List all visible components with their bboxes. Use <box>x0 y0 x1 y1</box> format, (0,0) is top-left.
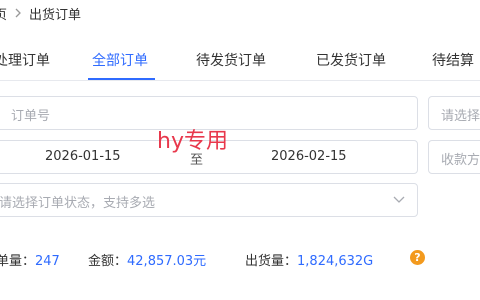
chevron-down-icon <box>393 196 405 203</box>
order-status-select[interactable]: 请选择订单状态，支持多选 <box>0 183 418 217</box>
tab-pending-process[interactable]: 处理订单 <box>0 50 50 70</box>
date-end[interactable]: 2026-02-15 <box>271 149 347 164</box>
breadcrumb-home[interactable]: 页 <box>0 4 7 23</box>
summary-count-value: 247 <box>35 254 60 269</box>
payee-select[interactable]: 收款方 <box>428 140 480 174</box>
tab-all-orders[interactable]: 全部订单 <box>92 50 148 70</box>
breadcrumb-current: 出货订单 <box>29 7 82 23</box>
summary-shipped-label: 出货量： <box>245 254 298 269</box>
active-tab-indicator <box>88 78 155 80</box>
payee-placeholder: 收款方 <box>441 153 480 168</box>
summary-count: 单量：247 <box>0 250 60 269</box>
right-select-placeholder: 请选择 <box>441 109 480 124</box>
question-circle-icon[interactable]: ? <box>410 250 425 265</box>
tab-shipped[interactable]: 已发货订单 <box>316 50 386 70</box>
order-status-placeholder: 请选择订单状态，支持多选 <box>0 196 156 211</box>
watermark-text: hy专用 <box>157 129 228 154</box>
date-start[interactable]: 2026-01-15 <box>45 149 121 164</box>
summary-count-label: 单量： <box>0 254 36 269</box>
summary-shipped: 出货量：1,824,632G <box>245 250 373 269</box>
order-tabs: 处理订单 全部订单 待发货订单 已发货订单 待结算 <box>0 38 480 81</box>
summary-amount: 金额：42,857.03元 <box>88 250 206 269</box>
summary-amount-value: 42,857.03元 <box>127 254 207 269</box>
right-select[interactable]: 请选择 <box>428 96 480 130</box>
summary-shipped-value: 1,824,632G <box>297 254 374 269</box>
tab-to-ship[interactable]: 待发货订单 <box>196 50 266 70</box>
order-number-placeholder: 订单号 <box>11 109 51 124</box>
summary-amount-label: 金额： <box>88 254 128 269</box>
tab-to-settle[interactable]: 待结算 <box>432 50 474 70</box>
chevron-right-icon <box>11 8 25 18</box>
breadcrumb: 页 出货订单 <box>0 4 82 23</box>
